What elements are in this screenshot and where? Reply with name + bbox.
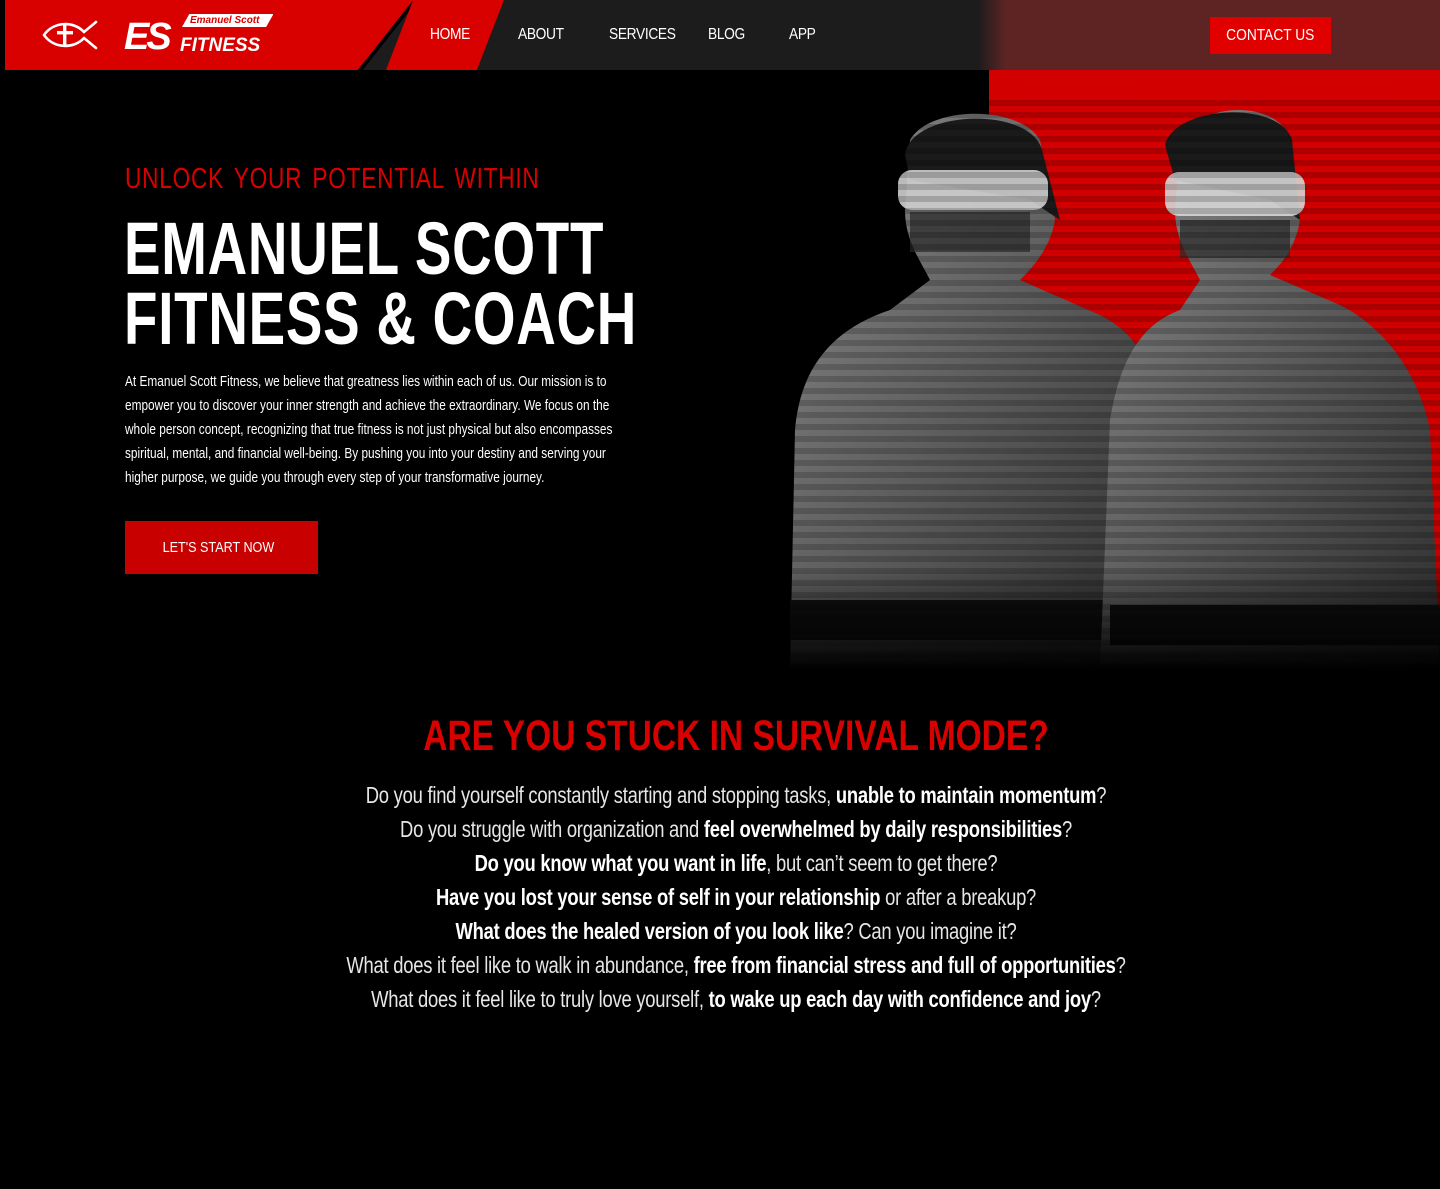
question-text: ? Can you imagine it? xyxy=(843,918,1017,944)
question-text: , but can’t seem to get there? xyxy=(766,850,998,876)
nav-link-about[interactable]: ABOUT xyxy=(518,24,564,46)
survival-title: ARE YOU STUCK IN SURVIVAL MODE? xyxy=(423,712,1049,760)
question-line: What does it feel like to truly love you… xyxy=(147,982,1325,1016)
question-emphasis: to wake up each day with confidence and … xyxy=(708,986,1092,1012)
brand-mark: ES xyxy=(124,16,172,58)
nav-right-panel xyxy=(978,0,1440,70)
nav-edge xyxy=(0,0,5,70)
nav-link-home[interactable]: HOME xyxy=(430,24,470,46)
question-list: Do you find yourself constantly starting… xyxy=(147,778,1325,1016)
brand-script-name: Emanuel Scott xyxy=(182,14,274,27)
question-line: Do you know what you want in life, but c… xyxy=(147,846,1325,880)
question-text: ? xyxy=(1115,952,1126,978)
hero-title-line-1: EMANUEL SCOTT xyxy=(124,207,605,290)
question-emphasis: free from financial stress and full of o… xyxy=(693,952,1116,978)
question-line: What does the healed version of you look… xyxy=(147,914,1325,948)
hero-title-line-2: FITNESS & COACH xyxy=(124,277,638,360)
lets-start-now-button[interactable]: LET'S START NOW xyxy=(125,521,318,574)
question-emphasis: Do you know what you want in life xyxy=(474,850,767,876)
hero-eyebrow: UNLOCK YOUR POTENTIAL WITHIN xyxy=(125,163,540,195)
lets-start-now-label: LET'S START NOW xyxy=(162,539,275,556)
brand-logo[interactable]: Emanuel Scott ES FITNESS xyxy=(124,14,276,56)
question-line: What does it feel like to walk in abunda… xyxy=(147,948,1325,982)
question-emphasis: unable to maintain momentum xyxy=(835,782,1097,808)
question-text: Do you find yourself constantly starting… xyxy=(365,782,836,808)
nav-link-app[interactable]: APP xyxy=(789,24,816,46)
question-emphasis: Have you lost your sense of self in your… xyxy=(435,884,881,910)
question-text: ? xyxy=(1090,986,1101,1012)
contact-us-button[interactable]: CONTACT US xyxy=(1210,17,1331,54)
question-line: Do you struggle with organization and fe… xyxy=(147,812,1325,846)
question-emphasis: feel overwhelmed by daily responsibiliti… xyxy=(703,816,1062,842)
question-text: ? xyxy=(1096,782,1107,808)
top-navigation: Emanuel Scott ES FITNESS HOME ABOUT SERV… xyxy=(0,0,1440,70)
nav-link-services[interactable]: SERVICES xyxy=(609,24,676,46)
nav-link-blog[interactable]: BLOG xyxy=(708,24,745,46)
question-emphasis: What does the healed version of you look… xyxy=(455,918,844,944)
question-text: Do you struggle with organization and xyxy=(400,816,704,842)
contact-us-label: CONTACT US xyxy=(1226,27,1315,44)
brand-wordmark: FITNESS xyxy=(180,35,261,56)
question-text: What does it feel like to truly love you… xyxy=(371,986,709,1012)
question-text: What does it feel like to walk in abunda… xyxy=(346,952,694,978)
hero-description: At Emanuel Scott Fitness, we believe tha… xyxy=(125,373,613,486)
coach-hero-image xyxy=(780,100,1440,670)
hero-title: EMANUEL SCOTT FITNESS & COACH xyxy=(124,207,638,360)
question-line: Do you find yourself constantly starting… xyxy=(147,778,1325,812)
ichthys-cross-icon[interactable] xyxy=(42,18,98,52)
question-text: ? xyxy=(1061,816,1072,842)
question-text: or after a breakup? xyxy=(880,884,1037,910)
question-line: Have you lost your sense of self in your… xyxy=(147,880,1325,914)
